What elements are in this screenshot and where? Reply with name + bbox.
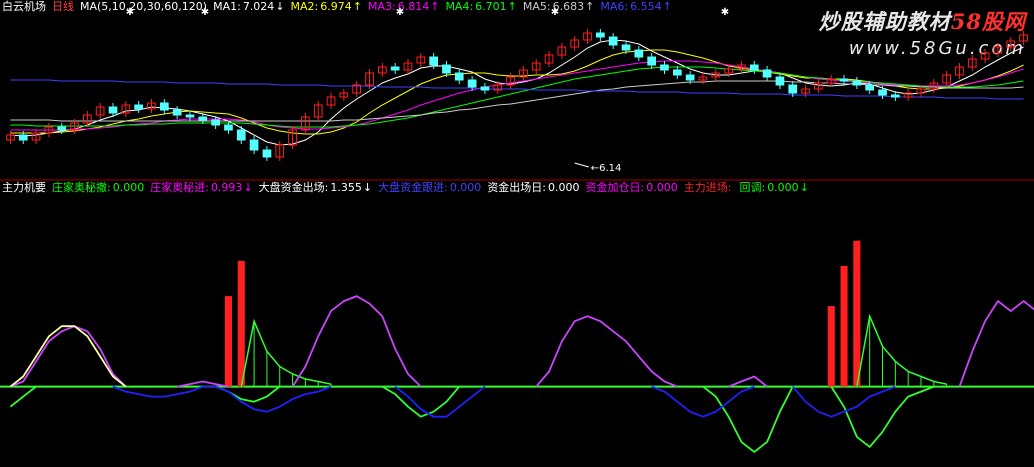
- candle-body[interactable]: [852, 80, 862, 86]
- star-icon: ✱: [201, 7, 209, 18]
- main-force-bar[interactable]: [840, 265, 848, 387]
- main-force-bar[interactable]: [237, 260, 245, 387]
- main-force-bar[interactable]: [224, 296, 232, 387]
- indicator-line: [9, 325, 127, 388]
- candle-body[interactable]: [442, 64, 451, 74]
- candle-body[interactable]: [224, 124, 233, 131]
- star-icon: ✱: [396, 7, 404, 18]
- candle-body[interactable]: [160, 102, 169, 111]
- candle-body[interactable]: [621, 44, 631, 51]
- indicator-line: [10, 325, 127, 388]
- candle-body[interactable]: [673, 69, 682, 76]
- main-force-bar[interactable]: [827, 306, 835, 387]
- candle-body[interactable]: [249, 139, 259, 151]
- indicator-panel[interactable]: [0, 240, 1034, 453]
- indicator-line: [9, 385, 37, 408]
- candle-body[interactable]: [390, 66, 400, 71]
- candle-body[interactable]: [608, 36, 618, 46]
- indicator-line: [535, 315, 678, 388]
- indicator-line: [651, 385, 755, 418]
- candle-body[interactable]: [480, 86, 490, 91]
- spike-line: [856, 313, 947, 387]
- main-force-bar[interactable]: [853, 240, 861, 387]
- candle-body[interactable]: [839, 78, 849, 82]
- candle-body[interactable]: [762, 69, 772, 78]
- star-icon: ✱: [551, 7, 559, 18]
- price-panel[interactable]: ✱ ✱ ✱ ✱ ✱ ←6.14: [6, 7, 1028, 174]
- candle-body[interactable]: [429, 56, 438, 66]
- indicator-line: [702, 385, 794, 453]
- candle-body[interactable]: [685, 74, 695, 81]
- star-icon: ✱: [721, 7, 729, 18]
- low-price-label: ←6.14: [591, 163, 622, 174]
- candle-body[interactable]: [134, 104, 144, 110]
- indicator-line: [215, 385, 281, 403]
- indicator-line: [381, 385, 460, 418]
- indicator-line: [394, 385, 486, 418]
- candle-body[interactable]: [647, 56, 656, 66]
- candle-body[interactable]: [172, 109, 182, 116]
- star-icon: ✱: [126, 7, 134, 18]
- candle-body[interactable]: [454, 72, 464, 81]
- indicator-line: [792, 385, 896, 418]
- candle-body[interactable]: [467, 79, 477, 88]
- candle-body[interactable]: [236, 129, 246, 141]
- low-pointer: [574, 162, 589, 168]
- candle-body[interactable]: [262, 149, 272, 158]
- spike-line: [240, 318, 332, 387]
- indicator-line: [958, 300, 1034, 387]
- candle-body[interactable]: [57, 126, 67, 131]
- indicator-line: [830, 385, 935, 448]
- candle-body[interactable]: [749, 64, 759, 71]
- candle-body[interactable]: [865, 84, 874, 91]
- candle-body[interactable]: [596, 32, 605, 38]
- indicator-line: [728, 375, 768, 388]
- candle-body[interactable]: [775, 76, 785, 86]
- candle-body[interactable]: [108, 106, 118, 114]
- indicator-line: [291, 295, 422, 388]
- candle-body[interactable]: [18, 134, 28, 141]
- candle-body[interactable]: [878, 89, 887, 96]
- candle-body[interactable]: [198, 116, 208, 121]
- candle-body[interactable]: [185, 114, 195, 118]
- candle-body[interactable]: [211, 119, 221, 126]
- stock-chart[interactable]: ✱ ✱ ✱ ✱ ✱ ←6.14: [0, 0, 1034, 467]
- candle-body[interactable]: [660, 64, 669, 71]
- candle-body[interactable]: [634, 49, 644, 58]
- candle-body[interactable]: [891, 94, 900, 98]
- indicator-line: [112, 385, 332, 413]
- candle-body[interactable]: [788, 84, 798, 94]
